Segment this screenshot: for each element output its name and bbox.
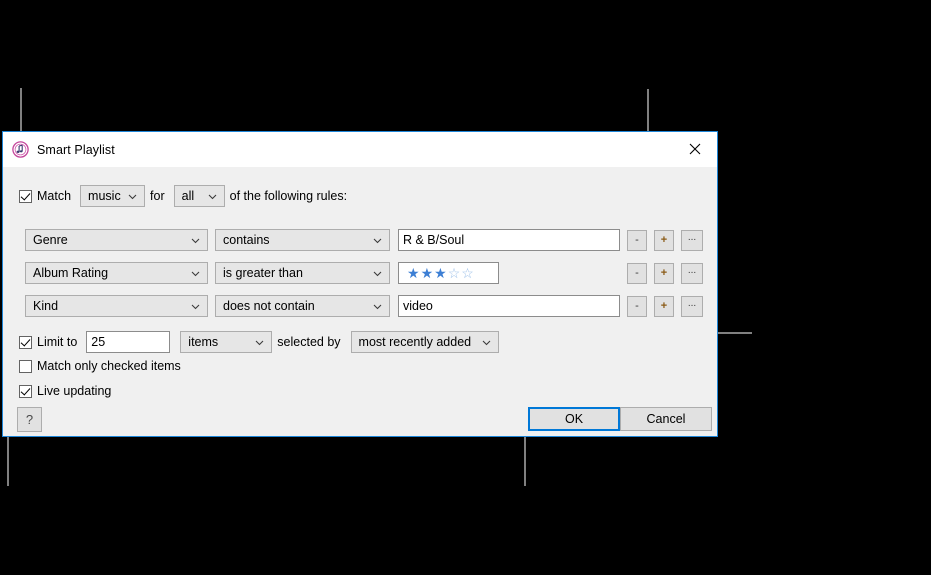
selected-by-select[interactable]: most recently added <box>350 331 499 353</box>
chevron-down-icon <box>208 192 217 201</box>
chevron-down-icon <box>191 302 200 311</box>
dialog-title: Smart Playlist <box>37 142 115 157</box>
chevron-down-icon <box>373 269 382 278</box>
rule-field-select[interactable]: Kind <box>25 295 208 317</box>
rule-row: Kind does not contain video - + ... <box>25 295 703 317</box>
chevron-down-icon <box>191 236 200 245</box>
rule-operator-select[interactable]: contains <box>215 229 390 251</box>
match-scope-select[interactable]: all <box>173 185 225 207</box>
chevron-down-icon <box>255 338 264 347</box>
chevron-down-icon <box>373 236 382 245</box>
rule-operator-value: does not contain <box>223 299 315 313</box>
rule-options-button[interactable]: ... <box>681 229 703 251</box>
chevron-down-icon <box>482 338 491 347</box>
star-icon[interactable]: ★ <box>434 266 447 280</box>
match-only-checked-row[interactable]: Match only checked items <box>19 359 181 373</box>
media-type-select[interactable]: music <box>80 185 146 207</box>
remove-rule-button[interactable]: - <box>627 262 647 284</box>
rule-buttons: - + ... <box>627 262 703 284</box>
add-rule-button[interactable]: + <box>654 295 674 317</box>
remove-rule-button[interactable]: - <box>627 295 647 317</box>
selected-by-value: most recently added <box>358 335 472 349</box>
limit-label: Limit to <box>37 335 78 349</box>
ok-button[interactable]: OK <box>528 407 620 431</box>
rule-buttons: - + ... <box>627 295 703 317</box>
limit-unit-select[interactable]: items <box>180 331 273 353</box>
match-only-checked-label: Match only checked items <box>37 359 181 373</box>
chevron-down-icon <box>373 302 382 311</box>
rule-options-button[interactable]: ... <box>681 295 703 317</box>
itunes-icon <box>12 141 29 158</box>
star-icon[interactable]: ★ <box>407 266 420 280</box>
remove-rule-button[interactable]: - <box>627 229 647 251</box>
rule-buttons: - + ... <box>627 229 703 251</box>
rule-field-select[interactable]: Album Rating <box>25 262 208 284</box>
for-label: for <box>150 189 165 203</box>
rule-operator-select[interactable]: does not contain <box>215 295 390 317</box>
rule-options-button[interactable]: ... <box>681 262 703 284</box>
rule-field-select[interactable]: Genre <box>25 229 208 251</box>
rule-row: Genre contains R & B/Soul - + ... <box>25 229 703 251</box>
limit-amount-input[interactable]: 25 <box>86 331 171 353</box>
rule-operator-value: is greater than <box>223 266 303 280</box>
chevron-down-icon <box>191 269 200 278</box>
limit-checkbox[interactable] <box>19 335 32 349</box>
star-icon[interactable]: ★ <box>421 266 434 280</box>
dialog-titlebar: Smart Playlist <box>3 132 717 167</box>
media-type-value: music <box>88 189 121 203</box>
limit-unit-value: items <box>188 335 219 349</box>
following-rules-label: of the following rules: <box>229 189 348 203</box>
add-rule-button[interactable]: + <box>654 262 674 284</box>
rule-value-input[interactable]: R & B/Soul <box>398 229 620 251</box>
match-row: Match music for all of the following rul… <box>19 185 356 207</box>
rule-field-value: Genre <box>33 233 68 247</box>
match-only-checked-checkbox[interactable] <box>19 359 32 373</box>
help-button[interactable]: ? <box>17 407 42 432</box>
star-icon[interactable]: ☆ <box>448 266 461 280</box>
add-rule-button[interactable]: + <box>654 229 674 251</box>
limit-row: Limit to 25 items selected by most recen… <box>19 331 499 353</box>
star-icon[interactable]: ☆ <box>461 266 474 280</box>
smart-playlist-dialog: Smart Playlist Match music for all of th… <box>2 131 718 437</box>
rule-operator-select[interactable]: is greater than <box>215 262 390 284</box>
match-checkbox[interactable] <box>19 189 32 203</box>
chevron-down-icon <box>128 192 137 201</box>
live-updating-row[interactable]: Live updating <box>19 384 111 398</box>
rule-rating-input[interactable]: ★ ★ ★ ☆ ☆ <box>398 262 499 284</box>
star-rating[interactable]: ★ ★ ★ ☆ ☆ <box>399 266 474 280</box>
selected-by-label: selected by <box>277 335 341 349</box>
rule-operator-value: contains <box>223 233 270 247</box>
rule-field-value: Album Rating <box>33 266 109 280</box>
rule-row: Album Rating is greater than ★ ★ ★ ☆ ☆ -… <box>25 262 703 284</box>
match-label: Match <box>37 189 72 203</box>
rule-value-input[interactable]: video <box>398 295 620 317</box>
dialog-body: Match music for all of the following rul… <box>3 167 717 436</box>
live-updating-label: Live updating <box>37 384 112 398</box>
match-scope-value: all <box>181 189 195 203</box>
live-updating-checkbox[interactable] <box>19 384 32 398</box>
rule-field-value: Kind <box>33 299 59 313</box>
cancel-button[interactable]: Cancel <box>620 407 712 431</box>
close-icon[interactable] <box>673 132 717 166</box>
